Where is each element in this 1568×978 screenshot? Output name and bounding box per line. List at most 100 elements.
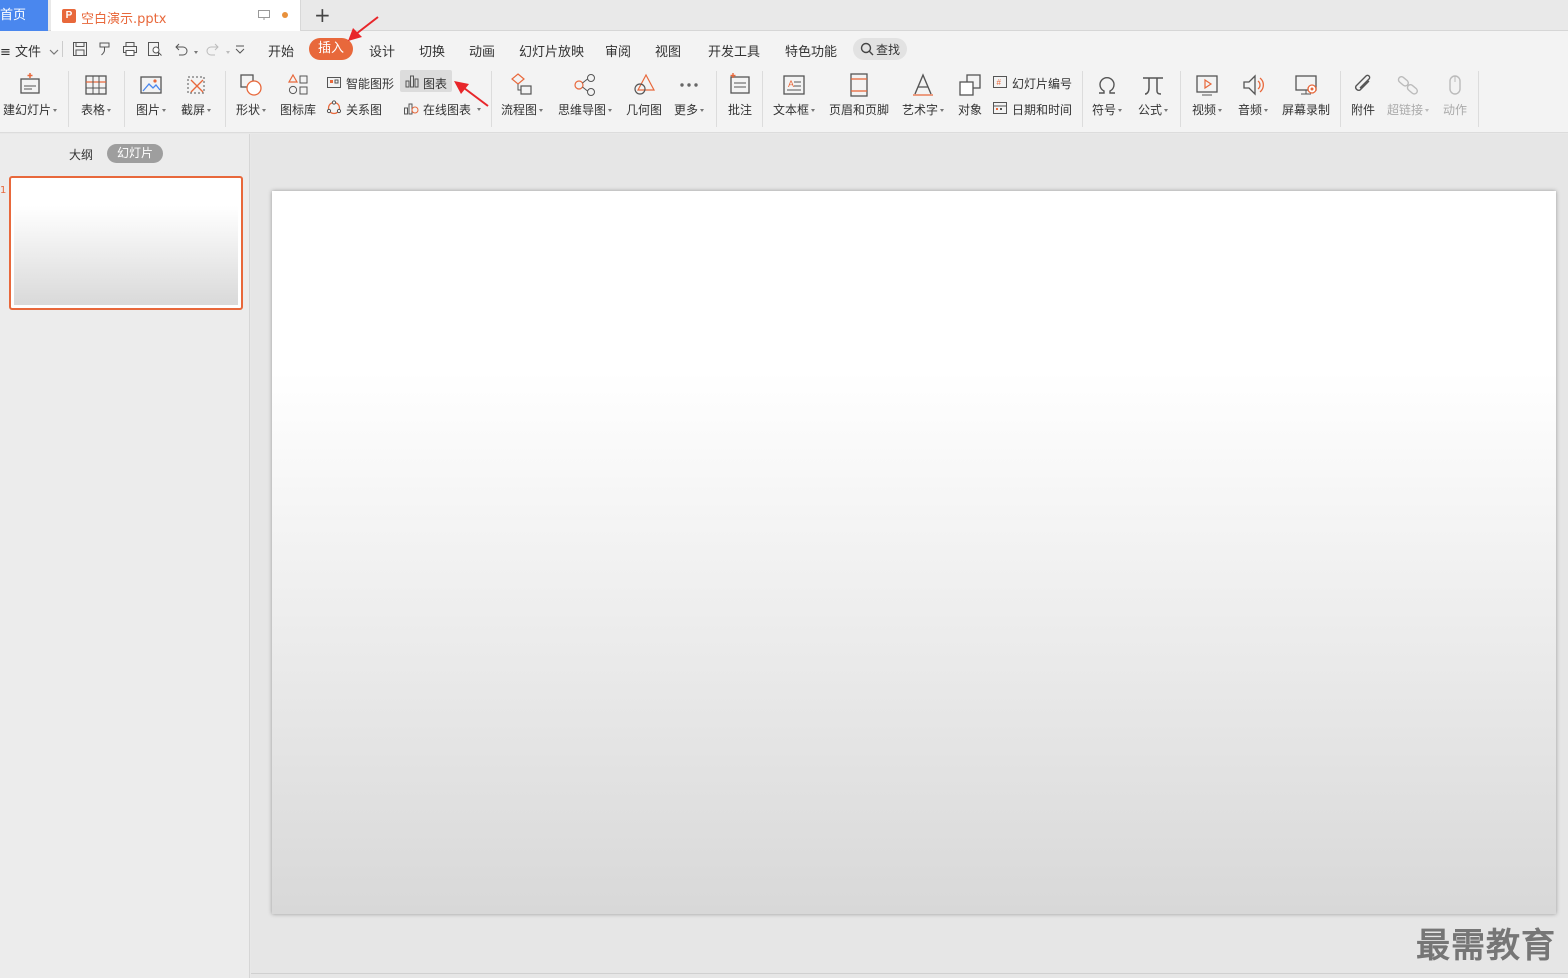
table-button[interactable]: 表格 (74, 67, 118, 127)
textbox-button[interactable]: A 文本框 (768, 67, 820, 127)
document-tab-title: 空白演示.pptx (81, 12, 167, 27)
textbox-label: 文本框 (772, 103, 809, 117)
file-menu-label: 文件 (15, 45, 42, 60)
more-icon (676, 72, 702, 98)
undo-dropdown-icon[interactable] (192, 45, 198, 59)
save-icon[interactable] (71, 40, 89, 58)
hyperlink-button[interactable]: 超链接 (1384, 67, 1432, 127)
new-slide-button[interactable]: 建幻灯片 (0, 67, 60, 127)
audio-button[interactable]: 音频 (1232, 67, 1274, 127)
undo-icon[interactable] (172, 40, 190, 58)
screen-record-button[interactable]: 屏幕录制 (1278, 67, 1334, 127)
search-label: 查找 (876, 43, 901, 57)
online-chart-icon (403, 100, 419, 116)
tab-transitions[interactable]: 切换 (419, 41, 445, 60)
tab-insert[interactable]: 插入 (309, 38, 354, 60)
chart-button[interactable]: 图表 (400, 70, 452, 92)
geometry-button[interactable]: 几何图 (622, 67, 666, 127)
link-icon (1395, 72, 1421, 98)
redo-dropdown-icon[interactable] (224, 45, 230, 59)
action-button[interactable]: 动作 (1436, 67, 1474, 127)
format-painter-icon[interactable] (96, 40, 114, 58)
slide-thumbnail[interactable] (9, 176, 243, 310)
slide-thumbnail-preview (14, 181, 238, 305)
screen-record-icon (1293, 72, 1319, 98)
header-footer-icon (846, 72, 872, 98)
wordart-label: 艺术字 (901, 103, 938, 117)
symbol-label: 符号 (1091, 103, 1116, 117)
divider (716, 71, 717, 127)
home-tab[interactable]: 首页 (0, 0, 48, 31)
textbox-icon: A (781, 72, 807, 98)
speaker-icon (1240, 72, 1266, 98)
customize-quick-access-icon[interactable] (232, 40, 250, 58)
hamburger-icon: ≡ (0, 45, 16, 60)
slide-1[interactable] (272, 191, 1556, 914)
formula-button[interactable]: 公式 (1134, 67, 1172, 127)
hyperlink-label: 超链接 (1386, 103, 1423, 117)
omega-icon (1094, 72, 1120, 98)
divider (62, 41, 63, 57)
tab-slideshow[interactable]: 幻灯片放映 (519, 41, 584, 60)
picture-icon (138, 72, 164, 98)
divider (68, 71, 69, 127)
redo-icon[interactable] (204, 40, 222, 58)
divider (1340, 71, 1341, 127)
slide-editor-canvas (251, 134, 1568, 978)
new-tab-button[interactable]: + (314, 4, 331, 26)
header-footer-button[interactable]: 页眉和页脚 (826, 67, 892, 127)
tab-view[interactable]: 视图 (655, 41, 681, 60)
object-button[interactable]: 对象 (952, 67, 988, 127)
print-preview-icon[interactable] (146, 40, 164, 58)
slide-thumbnail-panel: 大纲 幻灯片 1 (0, 134, 250, 978)
flowchart-button[interactable]: 流程图 (497, 67, 547, 127)
attachment-button[interactable]: 附件 (1346, 67, 1380, 127)
comment-label: 批注 (727, 103, 752, 117)
icon-library-button[interactable]: 图标库 (276, 67, 320, 127)
mindmap-button[interactable]: 思维导图 (555, 67, 615, 127)
flowchart-icon (509, 72, 535, 98)
tab-developer[interactable]: 开发工具 (708, 41, 760, 60)
table-icon (83, 72, 109, 98)
divider (225, 71, 226, 127)
symbol-button[interactable]: 符号 (1088, 67, 1126, 127)
document-tab[interactable]: P 空白演示.pptx (51, 0, 301, 31)
monitor-icon[interactable] (258, 10, 270, 20)
video-button[interactable]: 视频 (1186, 67, 1228, 127)
more-button[interactable]: 更多 (670, 67, 708, 127)
screenshot-button[interactable]: 截屏 (175, 67, 217, 127)
pi-icon (1140, 72, 1166, 98)
print-icon[interactable] (121, 40, 139, 58)
action-label: 动作 (1442, 103, 1467, 117)
file-menu[interactable]: ≡ 文件 (0, 41, 59, 60)
wordart-button[interactable]: 艺术字 (898, 67, 948, 127)
wordart-icon (910, 72, 936, 98)
tab-home[interactable]: 开始 (268, 41, 294, 60)
picture-label: 图片 (135, 103, 160, 117)
attachment-label: 附件 (1350, 103, 1375, 117)
tab-slides[interactable]: 幻灯片 (107, 144, 163, 163)
paperclip-icon (1350, 72, 1376, 98)
comment-icon (727, 72, 753, 98)
tab-animations[interactable]: 动画 (469, 41, 495, 60)
chart-label: 图表 (423, 77, 448, 91)
slide-number-label: 幻灯片编号 (1012, 77, 1073, 91)
new-slide-label: 建幻灯片 (2, 103, 51, 117)
comment-button[interactable]: 批注 (722, 67, 758, 127)
shape-icon (238, 72, 264, 98)
relation-diagram-icon (326, 100, 342, 116)
divider (1180, 71, 1181, 127)
tab-outline[interactable]: 大纲 (69, 146, 93, 163)
icon-library-icon (285, 72, 311, 98)
screen-record-label: 屏幕录制 (1281, 103, 1330, 117)
tab-special-features[interactable]: 特色功能 (785, 41, 837, 60)
picture-button[interactable]: 图片 (130, 67, 172, 127)
tab-review[interactable]: 审阅 (605, 41, 631, 60)
svg-text:#: # (997, 78, 1002, 87)
tab-design[interactable]: 设计 (369, 41, 395, 60)
search-icon (860, 42, 874, 56)
mouse-icon (1442, 72, 1468, 98)
smart-art-label: 智能图形 (346, 77, 395, 91)
search-button[interactable]: 查找 (853, 38, 907, 60)
shape-button[interactable]: 形状 (230, 67, 272, 127)
